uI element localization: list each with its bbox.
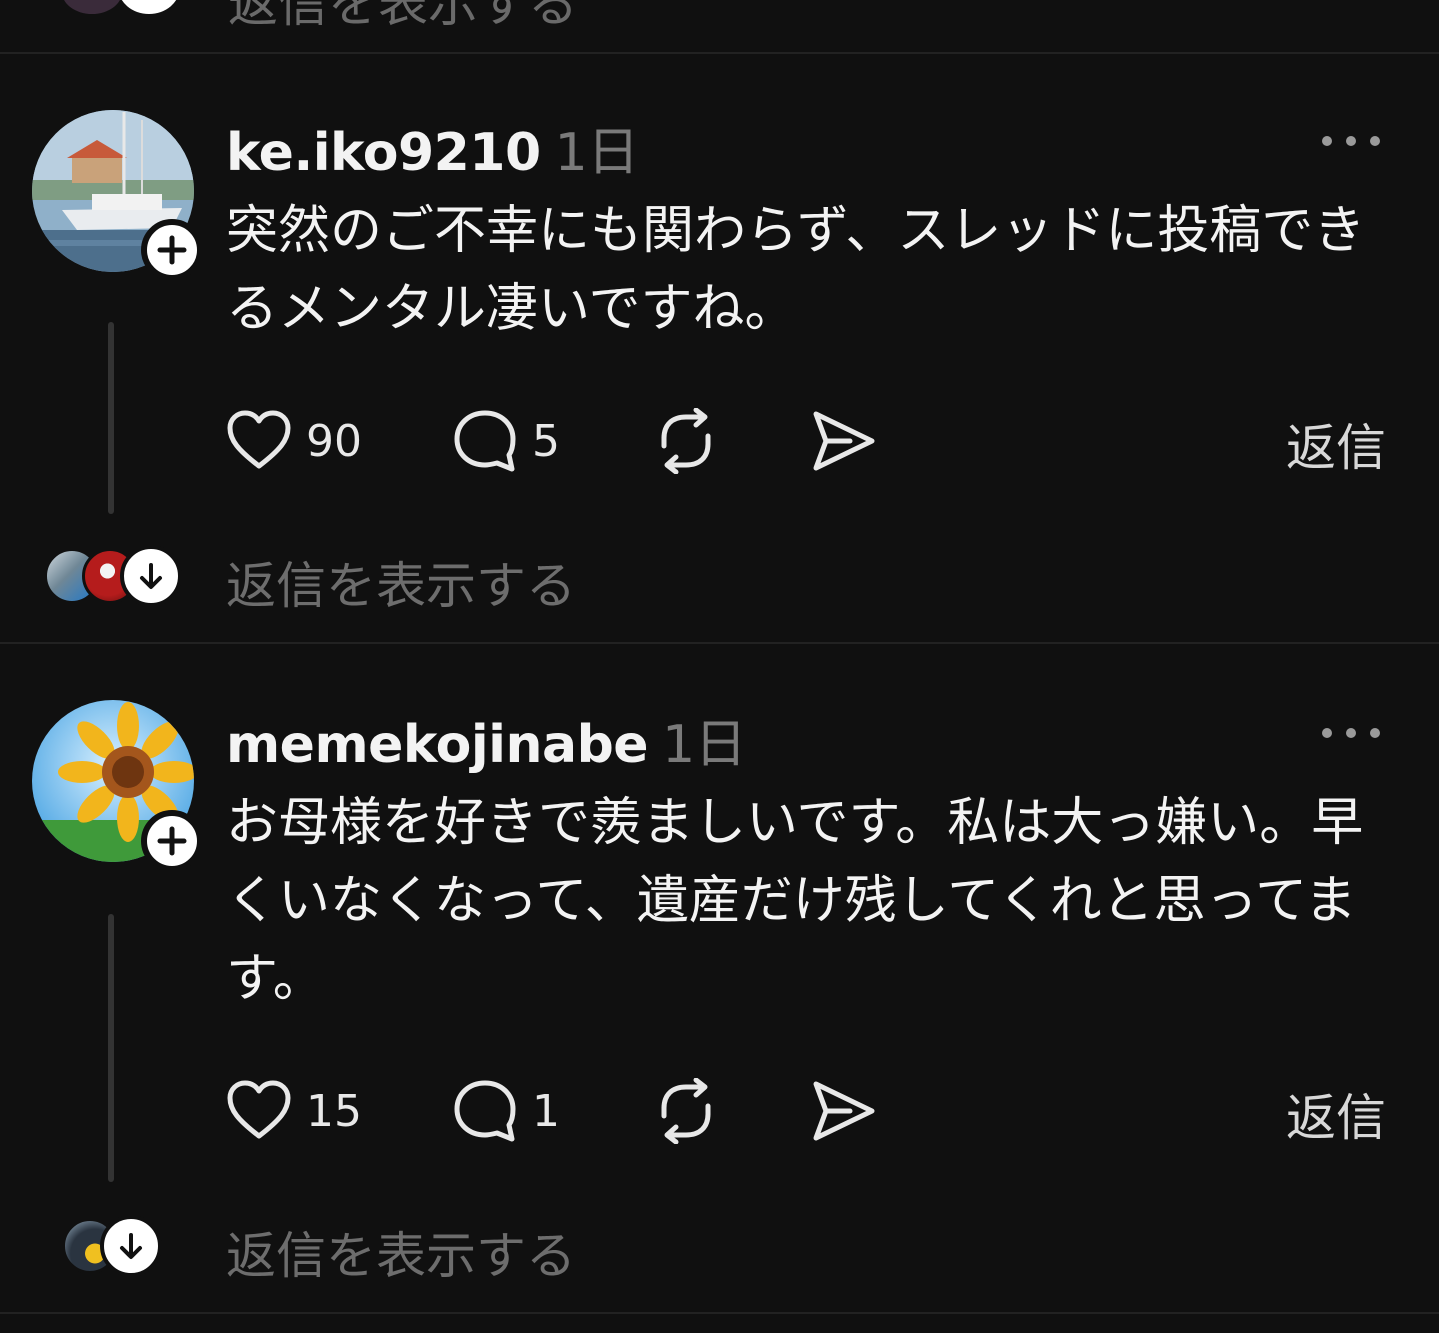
reply-button[interactable]: 返信 (1286, 1078, 1386, 1150)
follow-button[interactable] (141, 810, 203, 872)
username[interactable]: ke.iko9210 (226, 123, 541, 183)
post-text: 突然のご不幸にも関わらず、スレッドに投稿できるメンタル凄いですね。 (226, 201, 1366, 339)
show-replies-link[interactable]: 返信を表示する (226, 546, 576, 618)
post-header: ke.iko9210 1日 (226, 110, 639, 185)
post-text: お母様を好きで羨ましいです。私は大っ嫌い。早くいなくなって、遺産だけ残してくれと… (226, 793, 1364, 1009)
action-bar: 90 5 返信 (226, 406, 1386, 477)
share-icon (813, 1081, 875, 1141)
repost-button[interactable] (652, 406, 720, 476)
like-count: 90 (306, 415, 362, 467)
arrow-down-icon (120, 1233, 142, 1259)
comment-icon (454, 1080, 516, 1142)
post-divider (0, 52, 1439, 54)
heart-icon (227, 410, 291, 469)
like-count: 15 (306, 1085, 362, 1137)
reply-avatar (62, 0, 122, 14)
repost-icon (661, 1078, 711, 1144)
post-divider (0, 642, 1439, 644)
plus-icon (157, 826, 187, 856)
show-replies-link[interactable]: 返信を表示する (228, 0, 578, 36)
post-header: memekojinabe 1日 (226, 702, 747, 777)
comment-button[interactable]: 5 (452, 406, 560, 476)
comment-count: 1 (532, 1085, 560, 1137)
timestamp: 1日 (662, 715, 747, 775)
comment-icon (454, 410, 516, 472)
more-icon[interactable] (1322, 131, 1380, 151)
reply-button[interactable]: 返信 (1286, 408, 1386, 480)
share-button[interactable] (810, 406, 878, 476)
share-icon (813, 411, 875, 471)
repost-button[interactable] (652, 1076, 720, 1146)
more-icon[interactable] (1322, 723, 1380, 743)
timestamp: 1日 (554, 123, 640, 183)
arrow-down-icon (140, 563, 162, 589)
thread-line (108, 914, 114, 1182)
show-replies-arrow-button[interactable] (120, 545, 182, 607)
show-replies-arrow-button[interactable] (118, 0, 180, 14)
share-button[interactable] (810, 1076, 878, 1146)
like-button[interactable]: 15 (226, 1076, 362, 1146)
username[interactable]: memekojinabe (226, 715, 649, 775)
plus-icon (157, 235, 187, 265)
comment-button[interactable]: 1 (452, 1076, 560, 1146)
repost-icon (661, 408, 711, 474)
show-replies-link[interactable]: 返信を表示する (226, 1216, 576, 1288)
show-replies-arrow-button[interactable] (100, 1215, 162, 1277)
follow-button[interactable] (141, 219, 203, 281)
heart-icon (227, 1080, 291, 1139)
comment-count: 5 (532, 415, 560, 467)
thread-line (108, 322, 114, 514)
like-button[interactable]: 90 (226, 406, 362, 476)
action-bar: 15 1 返信 (226, 1076, 1386, 1147)
post-divider (0, 1312, 1439, 1314)
